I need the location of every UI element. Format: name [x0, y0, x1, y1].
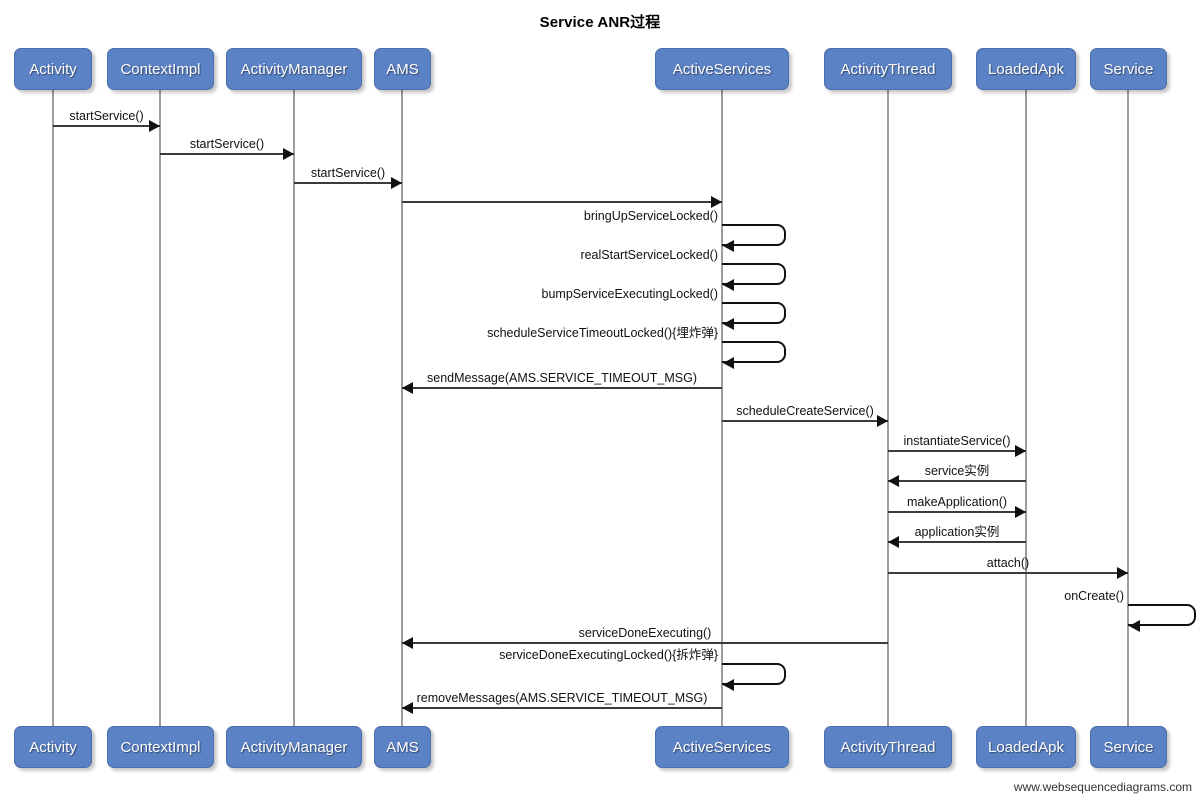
participant-label: ActiveServices [672, 60, 772, 78]
participant-label: ActivityManager [240, 738, 348, 756]
arrowhead-left [888, 536, 899, 548]
message-label: scheduleCreateService() [736, 404, 874, 418]
participant-bottom-service[interactable]: Service [1090, 726, 1167, 768]
lifeline-contextimpl [159, 90, 161, 726]
participant-label: Activity [29, 738, 77, 756]
message-label: serviceDoneExecuting() [578, 626, 712, 640]
participant-top-activitymanager[interactable]: ActivityManager [226, 48, 362, 90]
participant-label: Activity [29, 60, 77, 78]
arrowhead-left [888, 475, 899, 487]
message-label: scheduleServiceTimeoutLocked(){埋炸弹} [487, 326, 718, 340]
lifeline-activity [52, 90, 54, 726]
arrowhead-right [283, 148, 294, 160]
arrowhead-left [723, 279, 734, 291]
message-line [722, 420, 888, 422]
message-label: onCreate() [1064, 589, 1124, 603]
diagram-title: Service ANR过程 [539, 14, 661, 31]
participant-label: AMS [386, 738, 419, 756]
participant-top-activity[interactable]: Activity [14, 48, 92, 90]
participant-label: ContextImpl [120, 738, 201, 756]
arrowhead-left [723, 318, 734, 330]
sequence-diagram-canvas: Service ANR过程 startService() startService… [0, 0, 1200, 800]
arrowhead-right [711, 196, 722, 208]
participant-top-loadedapk[interactable]: LoadedApk [976, 48, 1076, 90]
message-line [888, 541, 1026, 543]
message-label: removeMessages(AMS.SERVICE_TIMEOUT_MSG) [416, 691, 708, 705]
message-line [402, 707, 722, 709]
participant-top-activitythread[interactable]: ActivityThread [824, 48, 952, 90]
message-label: startService() [189, 137, 265, 151]
participant-label: AMS [386, 60, 419, 78]
participant-bottom-ams[interactable]: AMS [374, 726, 431, 768]
arrowhead-right [1015, 445, 1026, 457]
message-label: instantiateService() [903, 434, 1011, 448]
arrowhead-right [1117, 567, 1128, 579]
participant-top-service[interactable]: Service [1090, 48, 1167, 90]
arrowhead-right [877, 415, 888, 427]
participant-label: ContextImpl [120, 60, 201, 78]
message-label: startService() [69, 109, 144, 123]
message-line [402, 387, 722, 389]
arrowhead-right [149, 120, 160, 132]
participant-top-activeservices[interactable]: ActiveServices [655, 48, 789, 90]
participant-label: ActivityManager [240, 60, 348, 78]
message-label: bumpServiceExecutingLocked() [541, 287, 718, 301]
participant-bottom-contextimpl[interactable]: ContextImpl [107, 726, 214, 768]
message-line [53, 125, 160, 127]
message-label: attach() [986, 556, 1030, 570]
lifeline-activitymanager [293, 90, 295, 726]
message-label: serviceDoneExecutingLocked(){拆炸弹} [499, 648, 718, 662]
message-line [888, 450, 1026, 452]
participant-label: LoadedApk [988, 738, 1064, 756]
footer-credit: www.websequencediagrams.com [1013, 780, 1192, 794]
arrowhead-left [402, 382, 413, 394]
participant-bottom-loadedapk[interactable]: LoadedApk [976, 726, 1076, 768]
participant-label: ActivityThread [840, 60, 936, 78]
arrowhead-left [402, 702, 413, 714]
participant-label: ActivityThread [840, 738, 936, 756]
participant-label: Service [1103, 60, 1154, 78]
arrowhead-left [723, 357, 734, 369]
message-line [888, 480, 1026, 482]
message-label: sendMessage(AMS.SERVICE_TIMEOUT_MSG) [427, 371, 697, 385]
message-line [402, 642, 888, 644]
participant-bottom-activitymanager[interactable]: ActivityManager [226, 726, 362, 768]
arrowhead-left [402, 637, 413, 649]
message-label: makeApplication() [906, 495, 1008, 509]
participant-top-ams[interactable]: AMS [374, 48, 431, 90]
participant-label: LoadedApk [988, 60, 1064, 78]
message-line [888, 572, 1128, 574]
lifeline-activitythread [887, 90, 889, 726]
participant-label: ActiveServices [672, 738, 772, 756]
arrowhead-right [1015, 506, 1026, 518]
arrowhead-right [391, 177, 402, 189]
arrowhead-left [723, 240, 734, 252]
message-label: startService() [310, 166, 386, 180]
message-label: bringUpServiceLocked() [583, 209, 718, 223]
lifeline-activeservices [721, 90, 723, 726]
message-line [160, 153, 294, 155]
participant-top-contextimpl[interactable]: ContextImpl [107, 48, 214, 90]
participant-label: Service [1103, 738, 1154, 756]
lifeline-loadedapk [1025, 90, 1027, 726]
participant-bottom-activeservices[interactable]: ActiveServices [655, 726, 789, 768]
arrowhead-left [723, 679, 734, 691]
message-line [402, 201, 722, 203]
message-line [888, 511, 1026, 513]
message-m19[interactable]: removeMessages(AMS.SERVICE_TIMEOUT_MSG) [0, 0, 1200, 714]
participant-bottom-activity[interactable]: Activity [14, 726, 92, 768]
participant-bottom-activitythread[interactable]: ActivityThread [824, 726, 952, 768]
arrowhead-left [1129, 620, 1140, 632]
message-label: application实例 [914, 525, 1000, 539]
message-label: service实例 [924, 464, 990, 478]
message-label: realStartServiceLocked() [580, 248, 718, 262]
message-line [294, 182, 402, 184]
